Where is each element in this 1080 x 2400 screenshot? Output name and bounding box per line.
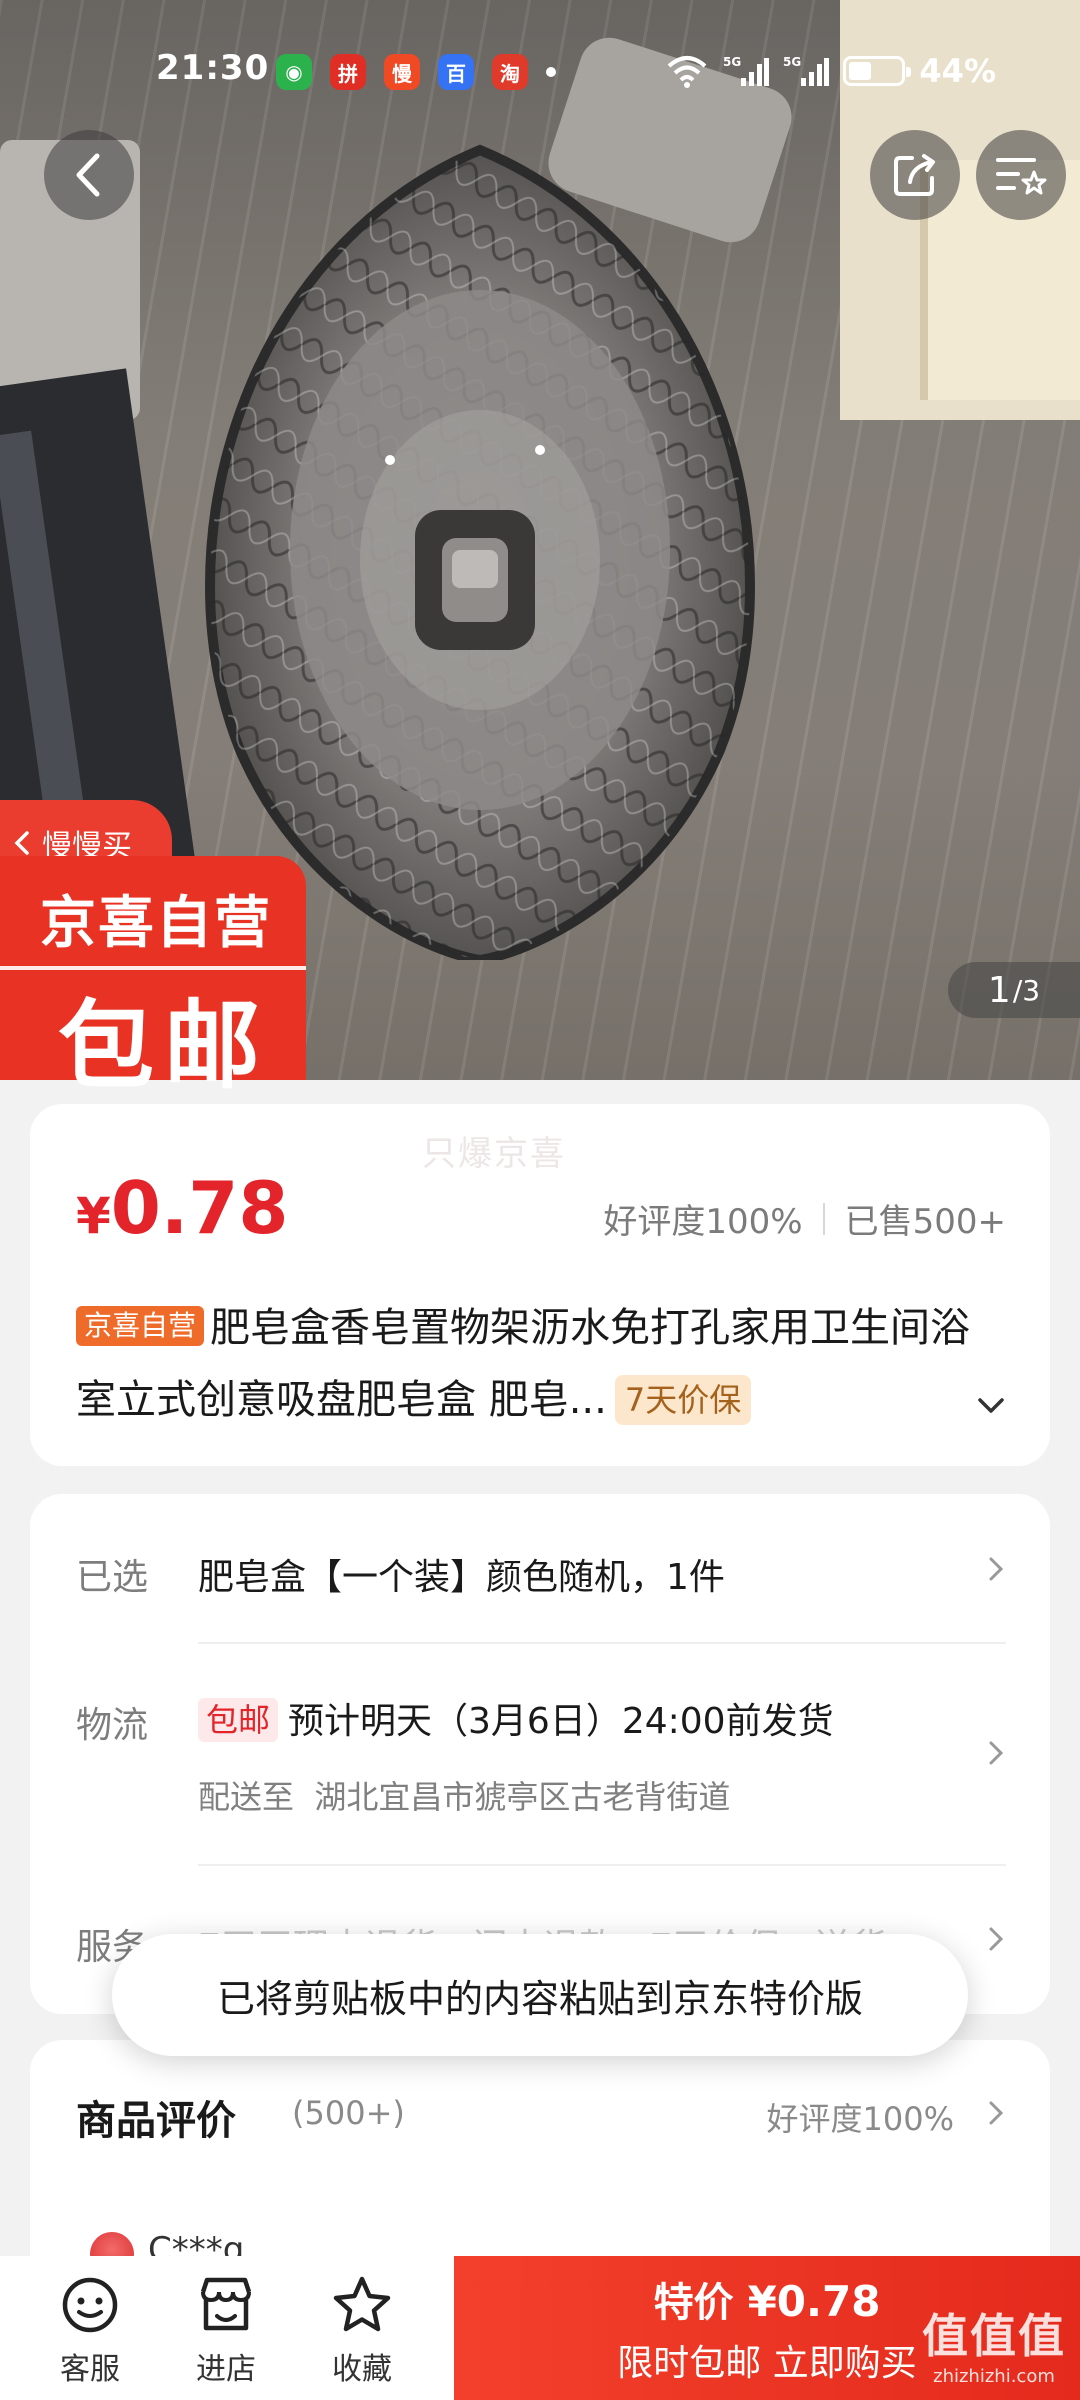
selected-label: 已选 [76, 1557, 149, 1598]
row-divider [198, 1642, 1006, 1644]
special-price-line: 特价 ¥0.78 [654, 2270, 881, 2328]
free-shipping-tag: 包邮 [198, 1698, 279, 1742]
store-label: 进店 [196, 2352, 256, 2387]
customer-service-label: 客服 [60, 2352, 120, 2387]
favorite-button[interactable]: 收藏 [302, 2274, 422, 2388]
manman-icon: 慢 [384, 54, 420, 90]
jingxi-self-operated-badge: 京喜自营 包邮 [0, 856, 306, 1102]
wechat-icon: ◉ [276, 54, 312, 90]
pinduoduo-icon: 拼 [330, 54, 366, 90]
status-bar: 21:30 ◉ 拼 慢 百 淘 5G 5G 44% [0, 0, 1080, 140]
site-watermark-logo: 值值值 [922, 2309, 1066, 2363]
baidu-icon: 百 [438, 54, 474, 90]
selected-value: 肥皂盒【一个装】颜色随机，1件 [198, 1557, 725, 1598]
special-price: ¥0.78 [747, 2277, 881, 2326]
more-notifications-dot [546, 67, 556, 77]
badge-line1: 京喜自营 [40, 891, 272, 956]
special-label: 特价 [653, 2280, 734, 2326]
ship-to-address: 湖北宜昌市猇亭区古老背街道 [314, 1778, 731, 1816]
store-icon [200, 2277, 252, 2331]
svg-text:5G: 5G [783, 55, 801, 69]
reviews-title: 商品评价 [76, 2098, 236, 2144]
signal-5g-icon: 5G [723, 55, 770, 86]
sold-count: 已售500+ [844, 1202, 1006, 1242]
customer-service-button[interactable]: 客服 [30, 2274, 150, 2388]
chevron-left-icon [76, 153, 100, 197]
pager-current: 1 [987, 969, 1011, 1011]
favorite-label: 收藏 [332, 2352, 392, 2387]
buy-now-label: 限时包邮 立即购买 [617, 2343, 917, 2384]
chevron-down-icon[interactable] [974, 1394, 1008, 1418]
rating-text: 好评度100% [603, 1202, 803, 1242]
customer-service-icon [62, 2277, 118, 2333]
status-app-icons: ◉ 拼 慢 百 淘 [276, 54, 556, 90]
soap-dish-photo [205, 144, 755, 960]
share-button[interactable] [870, 130, 960, 220]
stats-divider [822, 1202, 825, 1235]
price-card: 只爆京喜 ¥0.78 好评度100% 已售500+ 京喜自营 肥皂盒香皂置物架沥水… [30, 1104, 1050, 1466]
ship-to-line: 配送至 湖北宜昌市猇亭区古老背街道 [198, 1772, 730, 1818]
image-pager: 1 /3 [948, 962, 1080, 1018]
price-guarantee-tag: 7天价保 [614, 1375, 752, 1425]
product-price: ¥0.78 [76, 1166, 288, 1250]
delivery-estimate: 预计明天（3月6日）24:00前发货 [288, 1701, 834, 1742]
reviews-count: (500+) [292, 2094, 405, 2132]
back-button[interactable] [44, 130, 134, 220]
clipboard-toast: 已将剪贴板中的内容粘贴到京东特价版 [112, 1934, 968, 2056]
status-time: 21:30 [156, 48, 270, 88]
pager-total: /3 [1012, 973, 1041, 1007]
star-icon [333, 2276, 391, 2332]
signal-5g-icon-2: 5G [783, 55, 830, 86]
price-currency: ¥ [76, 1187, 111, 1245]
product-title-text: 肥皂盒香皂置物架沥水免打孔家用卫生间浴室立式创意吸盘肥皂盒 肥皂... [76, 1305, 971, 1423]
product-stats: 好评度100% 已售500+ [603, 1194, 1006, 1243]
row-divider [198, 1864, 1006, 1866]
share-icon [894, 154, 935, 196]
price-value: 0.78 [110, 1166, 289, 1250]
list-star-icon [996, 158, 1047, 195]
badge-line2: 包邮 [58, 990, 270, 1102]
store-button[interactable]: 进店 [166, 2274, 286, 2388]
status-right: 5G 5G 44% [665, 52, 996, 90]
logistics-label: 物流 [76, 1705, 149, 1746]
battery-percent: 44% [919, 52, 996, 90]
svg-text:5G: 5G [723, 55, 741, 69]
wifi-icon [668, 56, 707, 88]
taobao-icon: 淘 [492, 54, 528, 90]
self-operated-tag: 京喜自营 [76, 1306, 205, 1346]
reviews-rating: 好评度100% [766, 2100, 955, 2138]
card-watermark: 只爆京喜 [422, 1134, 566, 1174]
chevron-right-icon [989, 1557, 1004, 1581]
site-watermark: 值值值 zhizhizhi.com [922, 2300, 1066, 2387]
product-title[interactable]: 京喜自营 肥皂盒香皂置物架沥水免打孔家用卫生间浴室立式创意吸盘肥皂盒 肥皂... 7… [76, 1292, 996, 1436]
chevron-right-icon [989, 1741, 1004, 1765]
delivery-line: 包邮 预计明天（3月6日）24:00前发货 [198, 1692, 834, 1744]
menu-favorites-button[interactable] [976, 130, 1066, 220]
chevron-right-icon [989, 1927, 1004, 1951]
bottom-action-bar: 客服 进店 收藏 特价 ¥0.78 限时包邮 立即购买 [0, 2256, 1080, 2400]
site-watermark-url: zhizhizhi.com [933, 2366, 1055, 2387]
battery-icon [843, 56, 912, 86]
ship-to-label: 配送至 [198, 1778, 295, 1816]
chevron-right-icon [989, 2101, 1004, 2125]
chevron-left-icon [14, 831, 29, 855]
